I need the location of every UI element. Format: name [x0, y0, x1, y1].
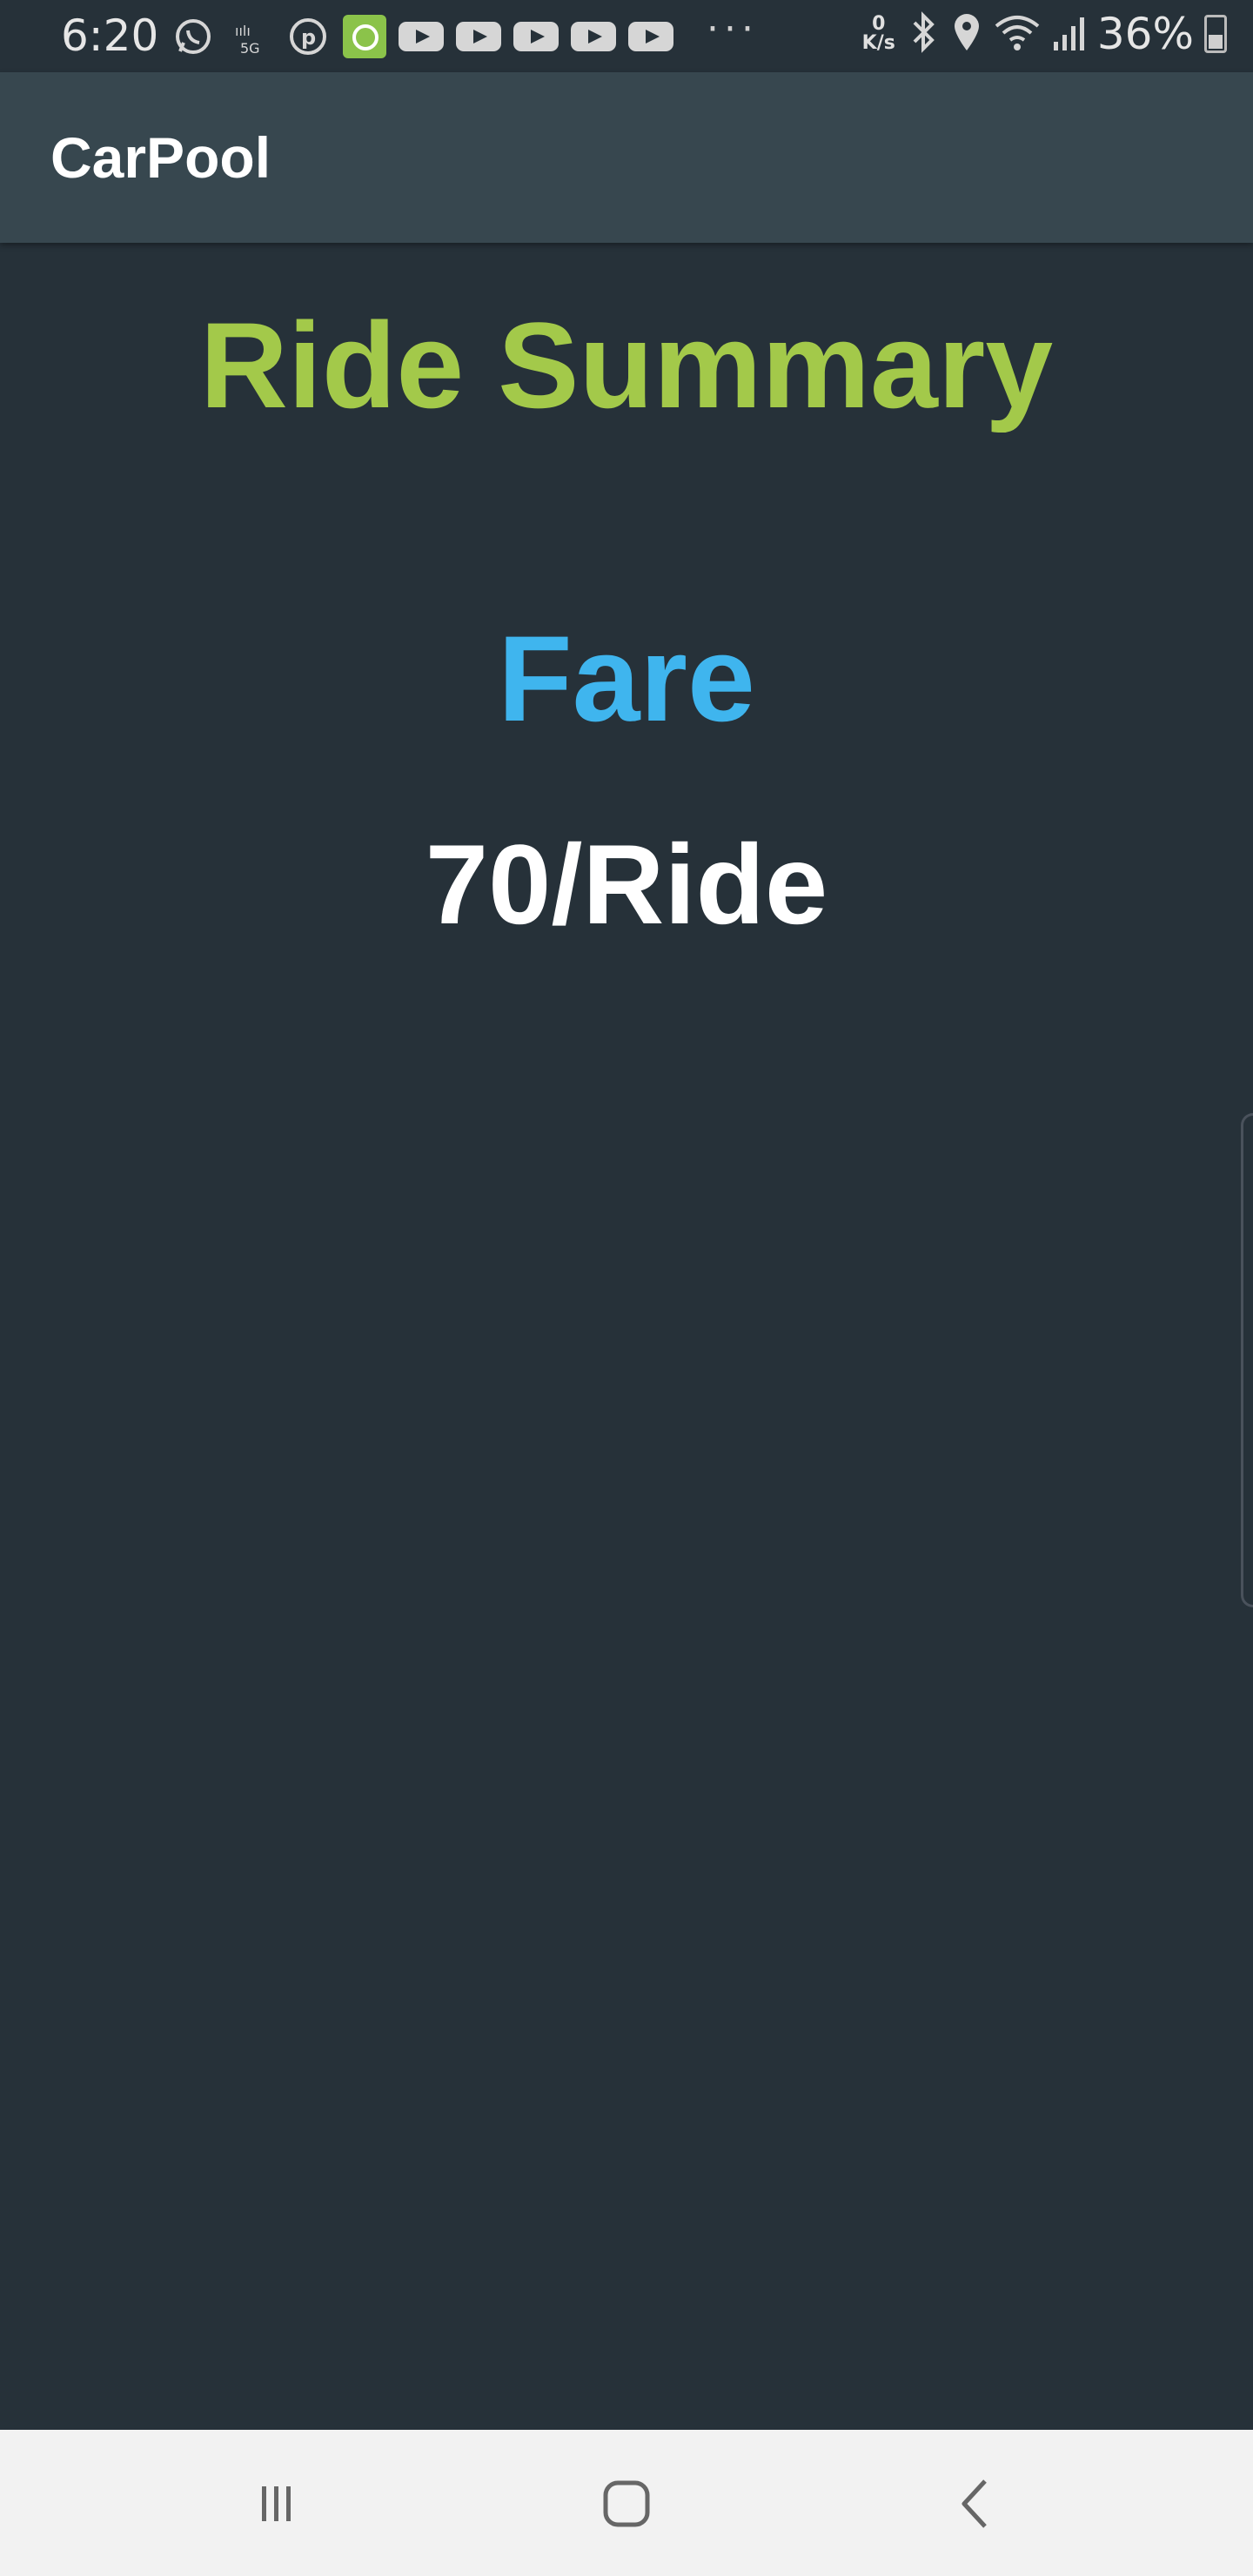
page-title: Ride Summary: [199, 297, 1054, 433]
app-bar: CarPool: [0, 72, 1253, 243]
notification-icons: ıılı 5G p: [171, 15, 673, 58]
bluetooth-icon: [906, 10, 941, 57]
pinterest-icon: p: [285, 15, 331, 58]
network-speed: 0 K/s: [861, 13, 895, 54]
back-button[interactable]: [924, 2465, 1029, 2543]
edge-panel-handle[interactable]: [1241, 1113, 1253, 1607]
back-icon: [962, 2479, 987, 2528]
recent-apps-icon: [262, 2486, 291, 2521]
wifi-icon: [993, 10, 1042, 57]
youtube-icon: [456, 22, 501, 51]
recent-apps-button[interactable]: [224, 2465, 328, 2543]
battery-icon: [1204, 15, 1227, 53]
svg-text:5G: 5G: [240, 40, 260, 57]
app-notification-icon: [343, 15, 386, 58]
sim-icon: ıılı 5G: [228, 15, 273, 58]
youtube-icon: [571, 22, 616, 51]
youtube-icon: [628, 22, 673, 51]
fare-value: 70/Ride: [425, 821, 828, 948]
system-icons: 0 K/s 36%: [862, 9, 1227, 59]
signal-icon: [1052, 10, 1087, 57]
app-title: CarPool: [50, 125, 271, 190]
home-button[interactable]: [574, 2465, 679, 2543]
ride-summary-content: Ride Summary Fare 70/Ride: [0, 243, 1253, 2427]
status-bar: 6:20 ıılı 5G p ··· 0 K/s 36%: [0, 0, 1253, 72]
svg-text:ıılı: ıılı: [235, 23, 251, 39]
fare-label: Fare: [498, 610, 755, 747]
battery-percent: 36%: [1096, 9, 1194, 59]
svg-text:p: p: [301, 25, 316, 50]
status-time: 6:20: [61, 10, 159, 61]
home-icon: [603, 2480, 650, 2527]
navigation-bar: [0, 2430, 1253, 2576]
youtube-icon: [513, 22, 559, 51]
whatsapp-icon: [171, 15, 216, 58]
location-icon: [951, 10, 982, 57]
youtube-icon: [399, 22, 444, 51]
more-notifications-icon: ···: [707, 7, 759, 51]
